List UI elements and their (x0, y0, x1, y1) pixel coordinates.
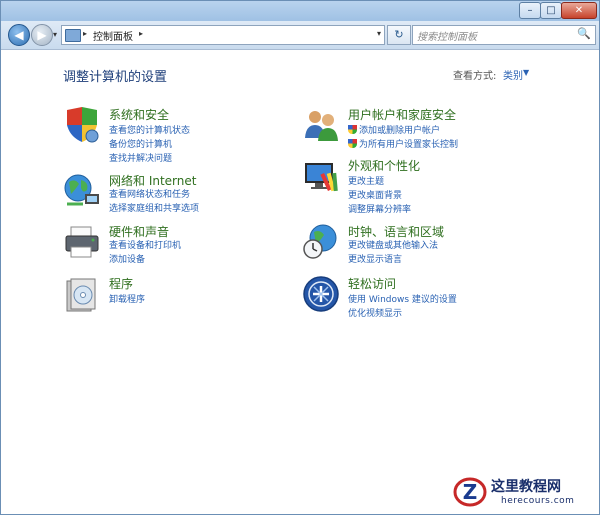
control-panel-icon (65, 29, 81, 42)
link-devices-printers[interactable]: 查看设备和打印机 (109, 238, 181, 251)
address-dropdown-icon[interactable]: ▾ (377, 29, 381, 38)
back-button[interactable]: ◀ (8, 24, 30, 46)
breadcrumb-separator-icon[interactable]: ▸ (139, 29, 143, 38)
category-title[interactable]: 系统和安全 (109, 106, 169, 123)
view-by-label: 查看方式: (453, 71, 497, 82)
category-title[interactable]: 轻松访问 (348, 275, 396, 292)
link-check-computer-status[interactable]: 查看您的计算机状态 (109, 123, 190, 136)
refresh-button[interactable]: ↻ (387, 25, 411, 45)
view-by-dropdown[interactable]: 类别 (503, 67, 523, 82)
search-icon[interactable]: 🔍 (577, 27, 591, 40)
programs-icon[interactable] (63, 275, 101, 313)
forward-button[interactable]: ▶ (31, 24, 53, 46)
uac-shield-icon (348, 139, 357, 148)
breadcrumb-control-panel[interactable]: 控制面板 (93, 28, 133, 43)
address-bar[interactable]: ▸ 控制面板 ▸ ▾ (61, 25, 385, 45)
maximize-button[interactable]: □ (540, 2, 562, 19)
link-add-remove-accounts[interactable]: 添加或删除用户帐户 (348, 123, 440, 136)
clock-globe-icon[interactable] (302, 223, 340, 261)
minimize-button[interactable]: – (519, 2, 541, 19)
link-parental-controls[interactable]: 为所有用户设置家长控制 (348, 137, 458, 150)
watermark-site-url: herecours.com (501, 496, 575, 506)
watermark-logo-icon: Z (453, 477, 487, 507)
svg-text:Z: Z (463, 480, 478, 504)
link-desktop-background[interactable]: 更改桌面背景 (348, 188, 402, 201)
link-optimize-visual-display[interactable]: 优化视频显示 (348, 306, 402, 319)
site-watermark: Z 这里教程网 herecours.com (453, 471, 599, 515)
network-icon[interactable] (63, 172, 101, 210)
uac-shield-icon (348, 125, 357, 134)
search-input[interactable]: 搜索控制面板 🔍 (412, 25, 596, 45)
link-add-device[interactable]: 添加设备 (109, 252, 145, 265)
link-network-status[interactable]: 查看网络状态和任务 (109, 187, 190, 200)
user-accounts-icon[interactable] (302, 106, 340, 144)
breadcrumb-separator-icon[interactable]: ▸ (83, 29, 87, 38)
link-change-theme[interactable]: 更改主题 (348, 174, 384, 187)
control-panel-window: – □ ✕ ◀ ▶ ▾ ▸ 控制面板 ▸ ▾ ↻ 搜索控制面板 🔍 调整计算机的… (0, 0, 600, 515)
link-backup-computer[interactable]: 备份您的计算机 (109, 137, 172, 150)
title-bar[interactable]: – □ ✕ (1, 1, 599, 21)
link-screen-resolution[interactable]: 调整屏幕分辨率 (348, 202, 411, 215)
link-uninstall-program[interactable]: 卸载程序 (109, 292, 145, 305)
recent-pages-dropdown[interactable]: ▾ (53, 30, 57, 39)
category-title[interactable]: 用户帐户和家庭安全 (348, 106, 456, 123)
chevron-down-icon[interactable]: ▼ (523, 68, 529, 77)
ease-of-access-icon[interactable] (302, 275, 340, 313)
link-keyboard-input[interactable]: 更改键盘或其他输入法 (348, 238, 438, 251)
link-find-fix-problems[interactable]: 查找并解决问题 (109, 151, 172, 164)
search-placeholder: 搜索控制面板 (417, 32, 477, 43)
category-title[interactable]: 外观和个性化 (348, 157, 420, 174)
system-security-icon[interactable] (63, 106, 101, 144)
main-content: 调整计算机的设置 查看方式: 类别 ▼ 系统和安全 查看您的计算机状态 备份您的… (1, 50, 599, 514)
close-button[interactable]: ✕ (561, 2, 597, 19)
watermark-site-name: 这里教程网 (491, 479, 561, 495)
appearance-icon[interactable] (302, 157, 340, 195)
link-homegroup-sharing[interactable]: 选择家庭组和共享选项 (109, 201, 199, 214)
category-title[interactable]: 程序 (109, 275, 133, 292)
navigation-bar: ◀ ▶ ▾ ▸ 控制面板 ▸ ▾ ↻ 搜索控制面板 🔍 (1, 21, 599, 50)
link-display-language[interactable]: 更改显示语言 (348, 252, 402, 265)
link-windows-recommended-settings[interactable]: 使用 Windows 建议的设置 (348, 292, 457, 305)
page-title: 调整计算机的设置 (63, 70, 168, 85)
hardware-printer-icon[interactable] (63, 223, 101, 261)
